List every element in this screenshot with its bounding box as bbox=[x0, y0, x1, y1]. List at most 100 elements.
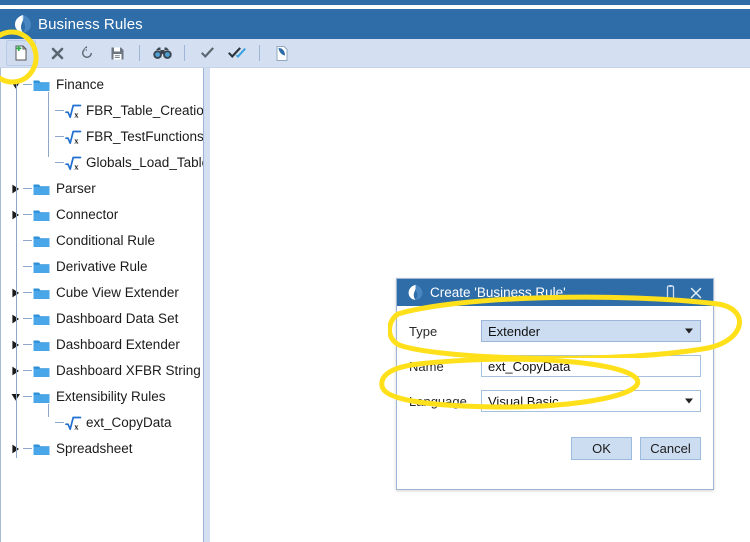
onestream-logo-icon bbox=[404, 283, 426, 303]
folder-icon bbox=[33, 338, 50, 352]
save-disk-icon bbox=[111, 47, 123, 59]
formula-icon: x bbox=[65, 156, 82, 171]
tree-connector bbox=[23, 214, 32, 216]
folder-icon bbox=[33, 442, 50, 456]
ok-button[interactable]: OK bbox=[571, 437, 632, 460]
tree-item-label: ext_CopyData bbox=[86, 415, 172, 431]
tree-item-connector[interactable]: Connector bbox=[1, 202, 203, 228]
svg-text:x: x bbox=[74, 135, 79, 145]
folder-icon bbox=[33, 390, 50, 404]
window-title: Business Rules bbox=[38, 15, 143, 33]
find-button[interactable] bbox=[147, 40, 177, 66]
tree-item-parser[interactable]: Parser bbox=[1, 176, 203, 202]
onestream-logo-icon bbox=[10, 12, 36, 36]
binoculars-icon bbox=[152, 47, 172, 59]
validate-button[interactable] bbox=[192, 40, 222, 66]
business-rules-tree: Finance x FBR_Table_Creation x FBR_TestFunct… bbox=[1, 68, 203, 462]
create-business-rule-dialog: Create 'Business Rule' Type Extender Nam… bbox=[396, 278, 714, 490]
tree-connector bbox=[23, 188, 32, 190]
tree-item-label: Derivative Rule bbox=[56, 259, 148, 275]
tree-item-label: Globals_Load_Table bbox=[86, 155, 204, 171]
tree-item-label: Dashboard Data Set bbox=[56, 311, 179, 327]
tree-item-label: Extensibility Rules bbox=[56, 389, 166, 405]
tree-item-cube-view-extender[interactable]: Cube View Extender bbox=[1, 280, 203, 306]
tree-connector bbox=[23, 396, 32, 398]
window-titlebar: Business Rules bbox=[0, 9, 750, 39]
tree-connector bbox=[55, 162, 64, 164]
refresh-icon bbox=[82, 46, 92, 58]
folder-icon bbox=[33, 260, 50, 274]
tree-item-fbr-testfunctions[interactable]: x FBR_TestFunctions bbox=[1, 124, 203, 150]
tree-item-dashboard-xfbr-string[interactable]: Dashboard XFBR String bbox=[1, 358, 203, 384]
tree-item-label: Connector bbox=[56, 207, 119, 223]
chevron-down-icon bbox=[685, 328, 693, 334]
tree-item-label: Conditional Rule bbox=[56, 233, 156, 249]
name-value: ext_CopyData bbox=[488, 358, 571, 374]
formula-icon: x bbox=[65, 104, 82, 119]
delete-x-icon bbox=[51, 47, 63, 59]
type-row: Type Extender bbox=[409, 320, 701, 342]
type-value: Extender bbox=[488, 323, 541, 339]
formula-icon: x bbox=[65, 130, 82, 145]
tree-connector bbox=[23, 84, 32, 86]
tree-item-dashboard-extender[interactable]: Dashboard Extender bbox=[1, 332, 203, 358]
new-rule-button[interactable] bbox=[6, 40, 36, 66]
save-button[interactable] bbox=[102, 40, 132, 66]
pin-icon[interactable] bbox=[657, 279, 683, 306]
validate-all-button[interactable] bbox=[222, 40, 252, 66]
language-value: Visual Basic bbox=[488, 393, 559, 409]
tree-item-conditional-rule[interactable]: Conditional Rule bbox=[1, 228, 203, 254]
tree-connector bbox=[23, 370, 32, 372]
type-label: Type bbox=[409, 323, 438, 339]
type-dropdown[interactable]: Extender bbox=[481, 320, 701, 342]
folder-icon bbox=[33, 234, 50, 248]
tree-item-label: Dashboard Extender bbox=[56, 337, 180, 353]
tree-connector bbox=[23, 292, 32, 294]
tree-item-derivative-rule[interactable]: Derivative Rule bbox=[1, 254, 203, 280]
check-icon bbox=[200, 46, 214, 58]
tree-item-label: Finance bbox=[56, 77, 105, 93]
name-row: Name ext_CopyData bbox=[409, 355, 701, 377]
tree-item-globals-load-table[interactable]: x Globals_Load_Table bbox=[1, 150, 203, 176]
tree-connector bbox=[23, 344, 32, 346]
close-icon[interactable] bbox=[683, 279, 709, 306]
tree-item-ext-copydata[interactable]: x ext_CopyData bbox=[1, 410, 203, 436]
toolbar-separator bbox=[184, 45, 185, 61]
tree-spine bbox=[16, 81, 18, 458]
folder-icon bbox=[33, 312, 50, 326]
svg-text:x: x bbox=[74, 109, 79, 119]
formula-icon: x bbox=[65, 416, 82, 431]
toolbar-separator bbox=[259, 45, 260, 61]
cancel-button[interactable]: Cancel bbox=[640, 437, 701, 460]
folder-icon bbox=[33, 78, 50, 92]
new-document-icon bbox=[15, 45, 27, 61]
business-rules-tree-panel[interactable]: Finance x FBR_Table_Creation x FBR_TestFunct… bbox=[0, 68, 204, 542]
name-input[interactable]: ext_CopyData bbox=[481, 355, 701, 377]
dialog-actions: OK Cancel bbox=[397, 425, 713, 460]
chevron-down-icon bbox=[685, 398, 693, 404]
dialog-titlebar: Create 'Business Rule' bbox=[397, 279, 713, 306]
folder-icon bbox=[33, 364, 50, 378]
tree-item-extensibility-rules[interactable]: Extensibility Rules bbox=[1, 384, 203, 410]
dialog-title: Create 'Business Rule' bbox=[430, 285, 566, 300]
tree-connector bbox=[23, 448, 32, 450]
refresh-button[interactable] bbox=[72, 40, 102, 66]
tree-item-label: FBR_TestFunctions bbox=[86, 129, 204, 145]
tree-child-spine bbox=[48, 92, 50, 157]
delete-button[interactable] bbox=[42, 40, 72, 66]
tree-item-label: Parser bbox=[56, 181, 96, 197]
tree-item-dashboard-data-set[interactable]: Dashboard Data Set bbox=[1, 306, 203, 332]
tree-item-label: Cube View Extender bbox=[56, 285, 179, 301]
folder-icon bbox=[33, 182, 50, 196]
tree-item-fbr-table-creation[interactable]: x FBR_Table_Creation bbox=[1, 98, 203, 124]
tree-item-spreadsheet[interactable]: Spreadsheet bbox=[1, 436, 203, 462]
svg-text:x: x bbox=[74, 421, 79, 431]
toolbar-separator bbox=[139, 45, 140, 61]
tree-connector bbox=[55, 422, 64, 424]
business-rules-window: Business Rules Finance x FBR_Table_Creat… bbox=[0, 0, 750, 542]
page-button[interactable] bbox=[267, 40, 297, 66]
tree-connector bbox=[23, 266, 32, 268]
language-dropdown[interactable]: Visual Basic bbox=[481, 390, 701, 412]
svg-text:x: x bbox=[74, 161, 79, 171]
tree-item-finance[interactable]: Finance bbox=[1, 72, 203, 98]
